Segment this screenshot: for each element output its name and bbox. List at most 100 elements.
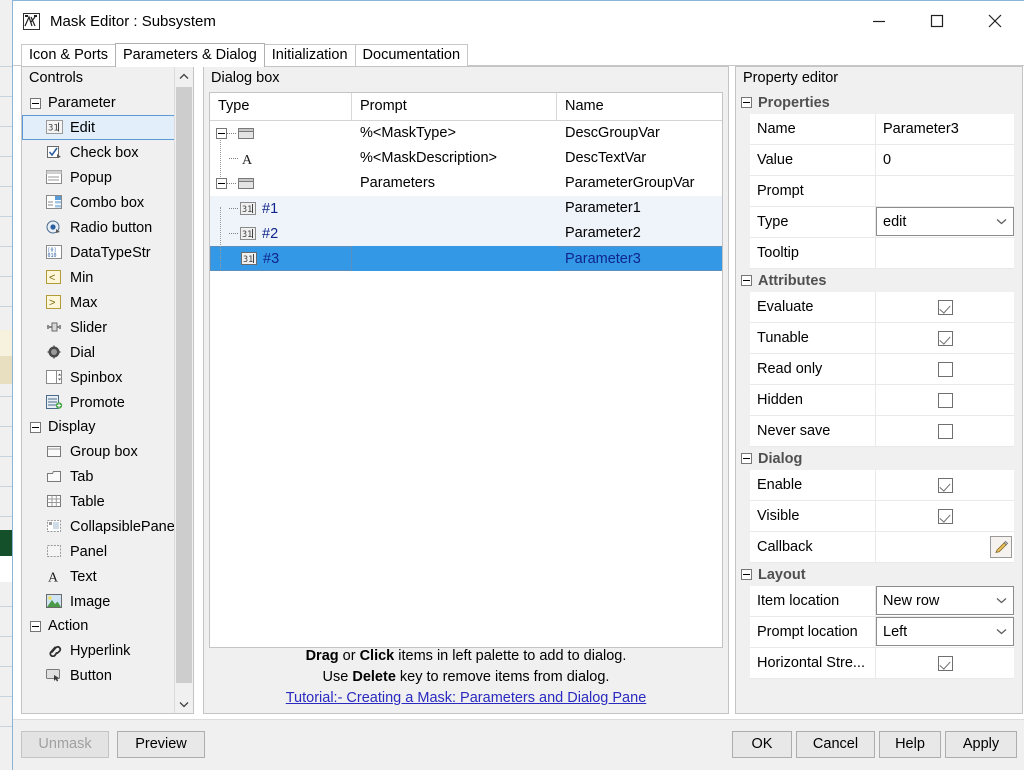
tree-prompt-cell[interactable]: %<MaskDescription> (352, 146, 557, 171)
tooltip-value[interactable] (876, 238, 1014, 268)
property-row-enable[interactable]: Enable (750, 470, 1014, 501)
horizontal-stretch-cell[interactable] (876, 648, 1014, 678)
column-header-name[interactable]: Name (557, 93, 722, 120)
tab-parameters-and-dialog[interactable]: Parameters & Dialog (114, 43, 265, 67)
read-only-checkbox[interactable] (937, 361, 953, 377)
collapse-icon[interactable] (741, 97, 752, 108)
palette-item-promote[interactable]: Promote (22, 390, 176, 415)
property-row-name[interactable]: Name Parameter3 (750, 114, 1014, 145)
palette-item-popup[interactable]: Popup (22, 165, 176, 190)
tab-documentation[interactable]: Documentation (354, 44, 469, 66)
section-properties[interactable]: Properties (736, 91, 1022, 114)
property-row-prompt[interactable]: Prompt (750, 176, 1014, 207)
help-button[interactable]: Help (879, 731, 941, 758)
close-button[interactable] (966, 1, 1024, 41)
unmask-button[interactable]: Unmask (21, 731, 109, 758)
property-row-never-save[interactable]: Never save (750, 416, 1014, 447)
collapse-icon[interactable] (30, 97, 41, 109)
tree-prompt-cell[interactable] (352, 246, 557, 271)
property-row-horizontal-stretch[interactable]: Horizontal Stre... (750, 648, 1014, 679)
tree-type-cell[interactable] (210, 121, 352, 146)
evaluate-cell[interactable] (876, 292, 1014, 322)
tree-type-cell[interactable]: 31 #3 (210, 246, 352, 271)
property-row-tunable[interactable]: Tunable (750, 323, 1014, 354)
palette-item-slider[interactable]: Slider (22, 315, 176, 340)
property-row-read-only[interactable]: Read only (750, 354, 1014, 385)
palette-item-collapsible-panel[interactable]: CollapsiblePanel (22, 514, 176, 539)
enable-checkbox[interactable] (937, 477, 953, 493)
enable-cell[interactable] (876, 470, 1014, 500)
palette-item-datatypestr[interactable]: [0] 010 DataTypeStr (22, 240, 176, 265)
palette-item-min[interactable]: < Min (22, 265, 176, 290)
palette-item-dial[interactable]: Dial (22, 340, 176, 365)
value-value[interactable]: 0 (876, 145, 1014, 175)
horizontal-stretch-checkbox[interactable] (937, 655, 953, 671)
tree-type-cell[interactable]: 31 #1 (210, 196, 352, 221)
read-only-cell[interactable] (876, 354, 1014, 384)
palette-item-panel[interactable]: Panel (22, 539, 176, 564)
table-row[interactable]: Parameters ParameterGroupVar (210, 171, 722, 196)
collapse-icon[interactable] (30, 421, 41, 433)
prompt-value[interactable] (876, 176, 1014, 206)
tree-name-cell[interactable]: DescGroupVar (557, 121, 722, 146)
palette-item-radio-button[interactable]: Radio button (22, 215, 176, 240)
palette-item-combo-box[interactable]: Combo box (22, 190, 176, 215)
palette-item-max[interactable]: > Max (22, 290, 176, 315)
tree-name-cell[interactable]: Parameter3 (557, 246, 722, 271)
palette-scrollbar[interactable] (174, 67, 193, 713)
property-row-type[interactable]: Type edit (750, 207, 1014, 238)
tree-name-cell[interactable]: ParameterGroupVar (557, 171, 722, 196)
minimize-button[interactable] (850, 1, 908, 41)
hidden-checkbox[interactable] (937, 392, 953, 408)
type-value[interactable]: edit (876, 207, 1014, 237)
hidden-cell[interactable] (876, 385, 1014, 415)
property-row-callback[interactable]: Callback (750, 532, 1014, 563)
palette-item-hyperlink[interactable]: Hyperlink (22, 638, 176, 663)
chevron-down-icon[interactable] (989, 618, 1013, 645)
collapse-icon[interactable] (741, 453, 752, 464)
palette-item-tab[interactable]: Tab (22, 464, 176, 489)
tutorial-link[interactable]: Tutorial:- Creating a Mask: Parameters a… (286, 690, 647, 706)
collapse-icon[interactable] (216, 178, 227, 189)
table-row[interactable]: %<MaskType> DescGroupVar (210, 121, 722, 146)
tab-initialization[interactable]: Initialization (263, 44, 356, 66)
tab-icon-and-ports[interactable]: Icon & Ports (21, 44, 116, 66)
tree-name-cell[interactable]: DescTextVar (557, 146, 722, 171)
tree-name-cell[interactable]: Parameter2 (557, 221, 722, 246)
tree-type-cell[interactable] (210, 171, 352, 196)
ok-button[interactable]: OK (732, 731, 792, 758)
tree-prompt-cell[interactable]: Parameters (352, 171, 557, 196)
property-row-value[interactable]: Value 0 (750, 145, 1014, 176)
table-row[interactable]: 31 #1 Parameter1 (210, 196, 722, 221)
dialog-items-tree[interactable]: Type Prompt Name %<MaskType> DescGroupVa… (209, 92, 723, 648)
name-value[interactable]: Parameter3 (876, 114, 1014, 144)
maximize-button[interactable] (908, 1, 966, 41)
apply-button[interactable]: Apply (945, 731, 1017, 758)
item-location-dropdown[interactable]: New row (876, 586, 1014, 615)
palette-group-action[interactable]: Action (22, 614, 176, 638)
tree-name-cell[interactable]: Parameter1 (557, 196, 722, 221)
property-row-hidden[interactable]: Hidden (750, 385, 1014, 416)
tree-prompt-cell[interactable] (352, 196, 557, 221)
chevron-up-icon[interactable] (175, 67, 193, 85)
cancel-button[interactable]: Cancel (796, 731, 875, 758)
tree-prompt-cell[interactable] (352, 221, 557, 246)
tree-type-cell[interactable]: 31 #2 (210, 221, 352, 246)
chevron-down-icon[interactable] (989, 587, 1013, 614)
palette-group-display[interactable]: Display (22, 415, 176, 439)
prompt-location-dropdown[interactable]: Left (876, 617, 1014, 646)
tunable-checkbox[interactable] (937, 330, 953, 346)
palette-item-check-box[interactable]: Check box (22, 140, 176, 165)
scrollbar-thumb[interactable] (176, 87, 192, 683)
table-row[interactable]: 31 #3 Parameter3 (210, 246, 722, 271)
tree-type-cell[interactable]: A (210, 146, 352, 171)
property-row-prompt-location[interactable]: Prompt location Left (750, 617, 1014, 648)
prompt-location-cell[interactable]: Left (876, 617, 1014, 647)
table-row[interactable]: 31 #2 Parameter2 (210, 221, 722, 246)
property-row-tooltip[interactable]: Tooltip (750, 238, 1014, 269)
palette-item-spinbox[interactable]: Spinbox (22, 365, 176, 390)
palette-item-edit[interactable]: 31 Edit (22, 115, 176, 140)
collapse-icon[interactable] (741, 275, 752, 286)
evaluate-checkbox[interactable] (937, 299, 953, 315)
callback-cell[interactable] (876, 532, 1014, 562)
